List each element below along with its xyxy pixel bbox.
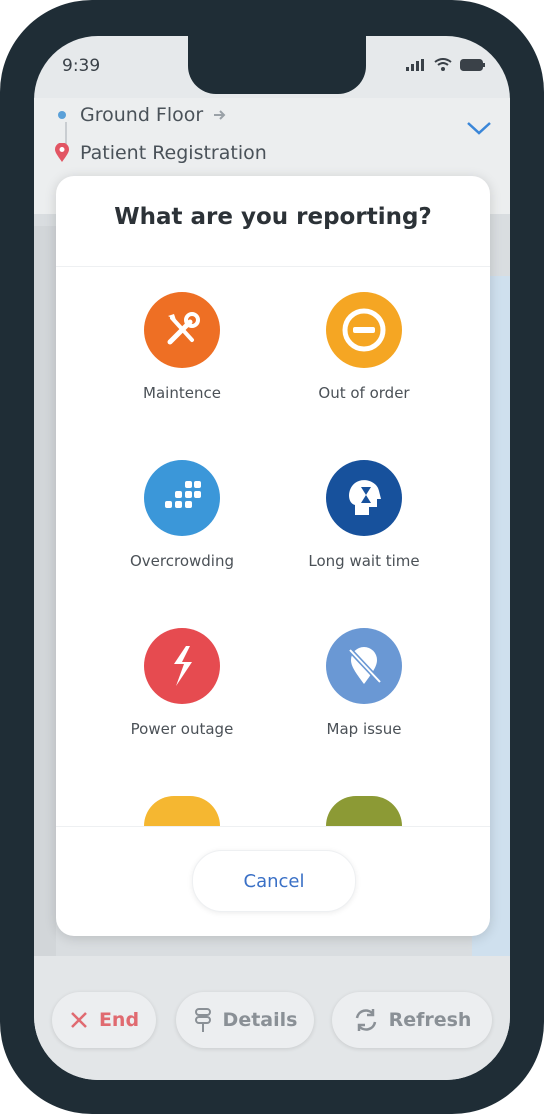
battery-icon xyxy=(460,58,485,71)
option-map-issue[interactable]: Map issue xyxy=(264,628,464,738)
modal-title: What are you reporting? xyxy=(114,204,432,230)
option-maintenance[interactable]: Maintence xyxy=(82,292,282,402)
arrow-right-icon xyxy=(214,110,226,120)
head-hourglass-icon xyxy=(326,460,402,536)
option-label: Power outage xyxy=(130,720,234,738)
minus-circle-icon xyxy=(326,292,402,368)
option-power-outage[interactable]: Power outage xyxy=(82,628,282,738)
signal-icon xyxy=(406,58,424,71)
destination-label: Patient Registration xyxy=(80,142,267,164)
report-options-grid: Maintence Out of order Overcrowding Long… xyxy=(56,286,490,826)
option-out-of-order[interactable]: Out of order xyxy=(264,292,464,402)
refresh-icon xyxy=(355,1009,376,1031)
option-label: Maintence xyxy=(143,384,221,402)
location-pin-icon xyxy=(55,143,69,162)
details-button[interactable]: Details xyxy=(176,992,314,1048)
directions-sign-icon xyxy=(194,1008,211,1032)
origin-dot-icon xyxy=(58,111,66,119)
option-partial-2[interactable] xyxy=(264,796,464,826)
chevron-down-icon[interactable] xyxy=(466,120,492,136)
phone-notch xyxy=(188,36,366,94)
map-corridor xyxy=(34,226,56,986)
partial-icon xyxy=(326,796,402,826)
option-overcrowding[interactable]: Overcrowding xyxy=(82,460,282,570)
modal-divider xyxy=(56,266,490,267)
refresh-button[interactable]: Refresh xyxy=(332,992,492,1048)
close-icon xyxy=(71,1012,87,1028)
crowd-icon xyxy=(144,460,220,536)
options-bottom-divider xyxy=(56,826,490,827)
lightning-icon xyxy=(144,628,220,704)
option-long-wait-time[interactable]: Long wait time xyxy=(264,460,464,570)
cancel-button[interactable]: Cancel xyxy=(192,850,356,912)
partial-icon xyxy=(144,796,220,826)
origin-label: Ground Floor xyxy=(80,104,204,126)
refresh-label: Refresh xyxy=(388,1009,472,1031)
end-button[interactable]: End xyxy=(52,992,156,1048)
wrench-screwdriver-icon xyxy=(144,292,220,368)
option-label: Out of order xyxy=(318,384,410,402)
option-partial-1[interactable] xyxy=(82,796,282,826)
route-origin: Ground Floor xyxy=(54,104,227,126)
details-label: Details xyxy=(222,1009,298,1031)
option-label: Map issue xyxy=(326,720,402,738)
map-pin-off-icon xyxy=(326,628,402,704)
route-destination: Patient Registration xyxy=(54,142,267,164)
end-label: End xyxy=(98,1009,140,1031)
status-icons xyxy=(406,58,486,71)
bottom-action-bar: End Details Refresh xyxy=(34,956,510,1080)
report-modal: What are you reporting? Maintence Out of… xyxy=(56,176,490,936)
status-time: 9:39 xyxy=(62,56,101,76)
option-label: Long wait time xyxy=(308,552,420,570)
wifi-icon xyxy=(434,58,452,71)
route-connector xyxy=(65,122,67,144)
option-label: Overcrowding xyxy=(130,552,234,570)
